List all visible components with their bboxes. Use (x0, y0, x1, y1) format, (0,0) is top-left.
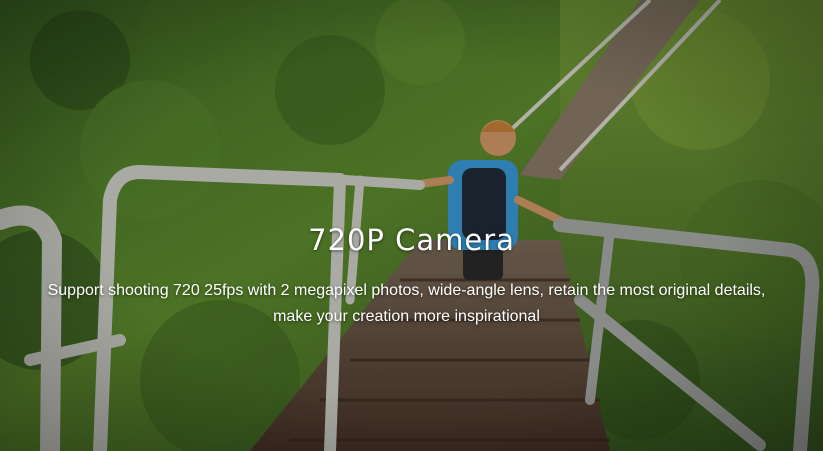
feature-title: 720P Camera (308, 223, 515, 257)
feature-description: Support shooting 720 25fps with 2 megapi… (47, 282, 766, 325)
camera-feature-banner: 720P Camera Support shooting 720 25fps w… (0, 0, 823, 451)
